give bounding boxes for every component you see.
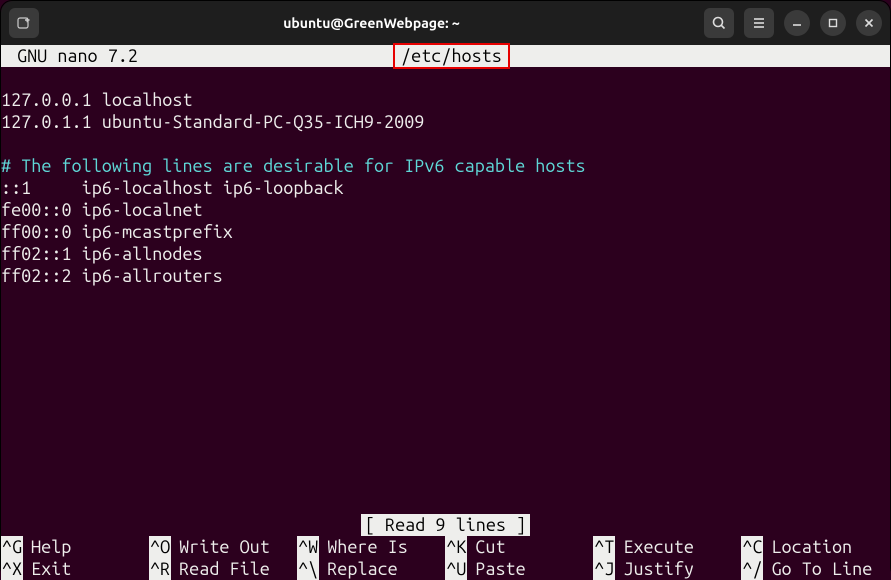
search-icon: [711, 15, 727, 31]
shortcut-item: ^/Go To Line: [741, 558, 889, 580]
hosts-line: ff00::0 ip6-mcastprefix: [1, 222, 233, 242]
shortcut-key: ^/: [741, 558, 763, 580]
shortcut-item: ^KCut: [445, 536, 593, 558]
terminal-area[interactable]: GNU nano 7.2 /etc/hosts 127.0.0.1 localh…: [1, 45, 890, 580]
nano-filename: /etc/hosts: [401, 46, 502, 66]
new-tab-icon: [16, 15, 32, 31]
shortcut-item: ^CLocation: [741, 536, 889, 558]
hosts-line: fe00::0 ip6-localnet: [1, 200, 203, 220]
close-button[interactable]: [856, 10, 882, 36]
shortcut-item: ^OWrite Out: [149, 536, 297, 558]
hosts-comment: # The following lines are desirable for …: [1, 156, 586, 176]
nano-header: GNU nano 7.2 /etc/hosts: [1, 45, 890, 67]
nano-filename-container: /etc/hosts: [401, 45, 502, 67]
minimize-button[interactable]: [784, 10, 810, 36]
shortcut-label: Help: [23, 536, 71, 558]
shortcut-item: ^\Replace: [297, 558, 445, 580]
window-titlebar: ubuntu@GreenWebpage: ~: [1, 1, 890, 45]
editor-content[interactable]: 127.0.0.1 localhost 127.0.1.1 ubuntu-Sta…: [1, 67, 890, 287]
shortcut-key: ^T: [593, 536, 615, 558]
shortcut-item: ^JJustify: [593, 558, 741, 580]
maximize-icon: [827, 17, 839, 29]
shortcut-key: ^\: [297, 558, 319, 580]
shortcut-key: ^K: [445, 536, 467, 558]
hosts-line: ff02::1 ip6-allnodes: [1, 244, 203, 264]
hosts-line: 127.0.0.1 localhost: [1, 90, 193, 110]
minimize-icon: [791, 17, 803, 29]
shortcut-label: Justify: [615, 558, 694, 580]
shortcut-item: ^WWhere Is: [297, 536, 445, 558]
hosts-line: ff02::2 ip6-allrouters: [1, 266, 223, 286]
shortcut-key: ^G: [1, 536, 23, 558]
shortcut-label: Exit: [23, 558, 71, 580]
shortcut-label: Where Is: [319, 536, 408, 558]
shortcut-key: ^J: [593, 558, 615, 580]
nano-shortcuts: ^GHelp^OWrite Out^WWhere Is^KCut^TExecut…: [1, 536, 890, 580]
shortcut-key: ^O: [149, 536, 171, 558]
shortcut-key: ^R: [149, 558, 171, 580]
shortcut-item: ^RRead File: [149, 558, 297, 580]
hosts-line: 127.0.1.1 ubuntu-Standard-PC-Q35-ICH9-20…: [1, 112, 424, 132]
maximize-button[interactable]: [820, 10, 846, 36]
close-icon: [863, 17, 875, 29]
shortcut-label: Location: [763, 536, 852, 558]
shortcut-label: Write Out: [171, 536, 270, 558]
search-button[interactable]: [704, 8, 734, 38]
shortcut-key: ^C: [741, 536, 763, 558]
nano-version: GNU nano 7.2: [1, 45, 401, 67]
shortcut-label: Paste: [467, 558, 525, 580]
menu-button[interactable]: [744, 8, 774, 38]
shortcut-item: ^TExecute: [593, 536, 741, 558]
nano-status-line: [ Read 9 lines ]: [1, 514, 890, 536]
shortcut-label: Replace: [319, 558, 398, 580]
shortcut-key: ^U: [445, 558, 467, 580]
hamburger-icon: [751, 15, 767, 31]
shortcut-label: Cut: [467, 536, 505, 558]
shortcut-label: Go To Line: [763, 558, 872, 580]
shortcut-key: ^X: [1, 558, 23, 580]
hosts-line: ::1 ip6-localhost ip6-loopback: [1, 178, 344, 198]
shortcut-key: ^W: [297, 536, 319, 558]
shortcut-item: ^GHelp: [1, 536, 149, 558]
new-tab-button[interactable]: [9, 8, 39, 38]
shortcut-label: Read File: [171, 558, 270, 580]
nano-status: [ Read 9 lines ]: [361, 514, 530, 536]
shortcut-label: Execute: [615, 536, 694, 558]
shortcut-item: ^UPaste: [445, 558, 593, 580]
shortcut-item: ^XExit: [1, 558, 149, 580]
window-title: ubuntu@GreenWebpage: ~: [39, 15, 704, 31]
